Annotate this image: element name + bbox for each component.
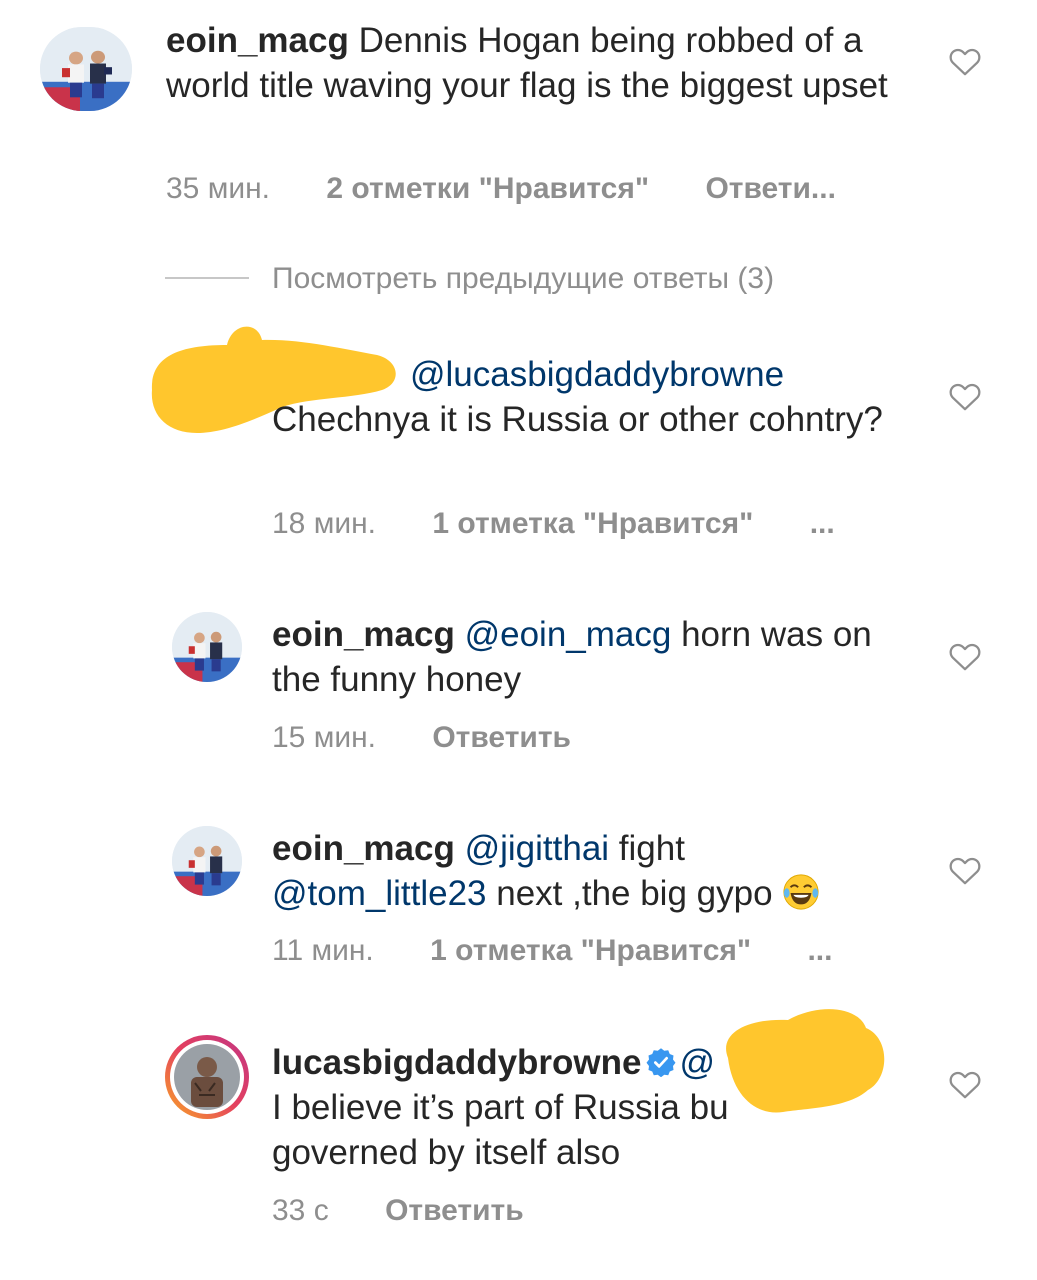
comment-username[interactable]: eoin_macg [166, 21, 349, 60]
comment-mention[interactable]: @lucasbigdaddybrowne [410, 355, 784, 394]
comment-meta: 11 мин. 1 отметка "Нравится" ... [272, 933, 832, 969]
more-options-button[interactable]: ... [807, 934, 832, 967]
avatar[interactable] [40, 27, 132, 111]
reply-button[interactable]: Ответить [385, 1194, 524, 1227]
heart-outline-icon[interactable] [948, 380, 982, 412]
comment-time: 18 мин. [272, 507, 376, 540]
heart-outline-icon[interactable] [948, 1068, 982, 1100]
reply-button[interactable]: Ответить [432, 721, 571, 754]
comment-body: governed by itself also [272, 1133, 621, 1172]
heart-outline-icon[interactable] [948, 640, 982, 672]
heart-outline-icon[interactable] [948, 45, 982, 77]
more-options-button[interactable]: ... [810, 507, 835, 540]
comment-body: Chechnya it is Russia or other cohntry? [272, 400, 883, 439]
avatar[interactable] [172, 612, 242, 682]
comment-time: 11 мин. [272, 934, 374, 967]
laughing-tears-emoji [782, 873, 820, 911]
comment-body: I believe it’s part of Russia bu [272, 1088, 729, 1127]
likes-count[interactable]: 2 отметки "Нравится" [326, 172, 649, 205]
divider [165, 277, 249, 279]
comment-username[interactable]: eoin_macg [272, 615, 455, 654]
view-previous-label[interactable]: Посмотреть предыдущие ответы (3) [272, 259, 774, 299]
comment-body: next ,the big gypo [486, 874, 773, 913]
comment-mention[interactable]: @tom_little23 [272, 874, 487, 913]
avatar[interactable] [165, 1035, 249, 1119]
comment-meta: 15 мин. Ответить [272, 720, 571, 756]
comment-text: @lucasbigdaddybrowne Chechnya it is Russ… [272, 352, 892, 442]
likes-count[interactable]: 1 отметка "Нравится" [430, 934, 751, 967]
avatar[interactable] [172, 826, 242, 896]
comment-time: 33 с [272, 1194, 329, 1227]
redaction-scribble [726, 1009, 885, 1113]
comment-mention[interactable]: @eoin_macg [465, 615, 672, 654]
comment-text: eoin_macg @eoin_macg horn was on the fun… [272, 612, 922, 702]
comment-time: 15 мин. [272, 721, 376, 754]
reply-button[interactable]: Ответи... [705, 172, 836, 205]
comment-username[interactable]: lucasbigdaddybrowne [272, 1043, 642, 1082]
comment-meta: 33 с Ответить [272, 1193, 524, 1229]
comment-meta: 18 мин. 1 отметка "Нравится" ... [272, 506, 835, 542]
comment-username[interactable]: eoin_macg [272, 829, 455, 868]
heart-outline-icon[interactable] [948, 854, 982, 886]
comment-body: fight [609, 829, 685, 868]
verified-badge-icon [646, 1043, 676, 1078]
comment-mention[interactable]: @jigitthai [465, 829, 609, 868]
comment-text: eoin_macg Dennis Hogan being robbed of a… [166, 18, 906, 108]
comment-time: 35 мин. [166, 172, 270, 205]
comment-meta: 35 мин. 2 отметки "Нравится" Ответи... [166, 171, 836, 207]
likes-count[interactable]: 1 отметка "Нравится" [432, 507, 753, 540]
comment-text: eoin_macg @jigitthai fight @tom_little23… [272, 826, 922, 916]
